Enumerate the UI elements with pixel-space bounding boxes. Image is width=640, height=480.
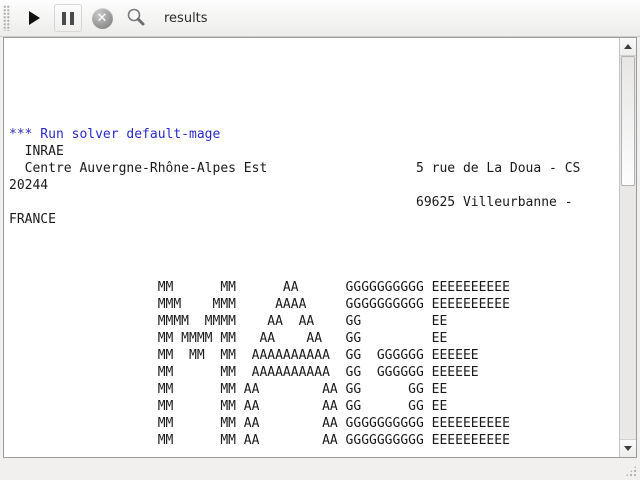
- log-line: [9, 228, 619, 245]
- log-line: MM MM AA GGGGGGGGGG EEEEEEEEEE: [9, 279, 619, 296]
- window-bottom-strip: [0, 458, 640, 480]
- log-line: Centre Auvergne-Rhône-Alpes Est 5 rue de…: [9, 160, 619, 177]
- log-line: MMM MMM AAAA GGGGGGGGGG EEEEEEEEEE: [9, 296, 619, 313]
- scroll-up-button[interactable]: [620, 38, 636, 56]
- solver-log-frame: .. 1 *** Run solver default-mage INRAE C…: [3, 37, 637, 458]
- log-line: MM MM AA AA GG GG EE: [9, 381, 619, 398]
- log-line: MM MM AA AA GG GG EE: [9, 398, 619, 415]
- clipped-log-line: .. 1: [9, 72, 619, 75]
- log-line: 69625 Villeurbanne -: [9, 194, 619, 211]
- log-line: [9, 245, 619, 262]
- toolbar-drag-handle[interactable]: [3, 5, 10, 31]
- results-tab-label: results: [164, 11, 208, 26]
- log-line: MM MM MM AAAAAAAAAA GG GGGGGG EEEEEE: [9, 347, 619, 364]
- log-line: MM MM AA AA GGGGGGGGGG EEEEEEEEEE: [9, 432, 619, 449]
- arrow-up-icon: [624, 44, 632, 49]
- abort-solver-button[interactable]: ✕: [88, 4, 116, 32]
- log-line: MMMM MMMM AA AA GG EE: [9, 313, 619, 330]
- log-line: MM MM AA AA GGGGGGGGGG EEEEEEEEEE: [9, 415, 619, 432]
- scrollbar-thumb[interactable]: [621, 56, 635, 186]
- pause-icon: [62, 12, 74, 25]
- log-line: 20244: [9, 177, 619, 194]
- log-output[interactable]: .. 1 *** Run solver default-mage INRAE C…: [4, 38, 619, 457]
- log-line: [9, 262, 619, 279]
- vertical-scrollbar[interactable]: [619, 38, 636, 457]
- log-line: [9, 449, 619, 457]
- log-line: INRAE: [9, 143, 619, 160]
- play-icon: [29, 11, 40, 25]
- run-solver-button[interactable]: [20, 4, 48, 32]
- pause-solver-button[interactable]: [54, 4, 82, 32]
- search-icon: [125, 7, 147, 29]
- log-line: *** Run solver default-mage: [9, 126, 619, 143]
- abort-cross-icon: ✕: [92, 8, 113, 29]
- log-line: MM MM AAAAAAAAAA GG GGGGGG EEEEEE: [9, 364, 619, 381]
- results-window: ✕ results .. 1 *** Run solver default-ma…: [0, 0, 640, 480]
- log-line: FRANCE: [9, 211, 619, 228]
- search-button[interactable]: [122, 4, 150, 32]
- toolbar: ✕ results: [0, 0, 640, 37]
- arrow-down-icon: [624, 446, 632, 451]
- log-line: MM MMMM MM AA AA GG EE: [9, 330, 619, 347]
- scroll-down-button[interactable]: [620, 439, 636, 457]
